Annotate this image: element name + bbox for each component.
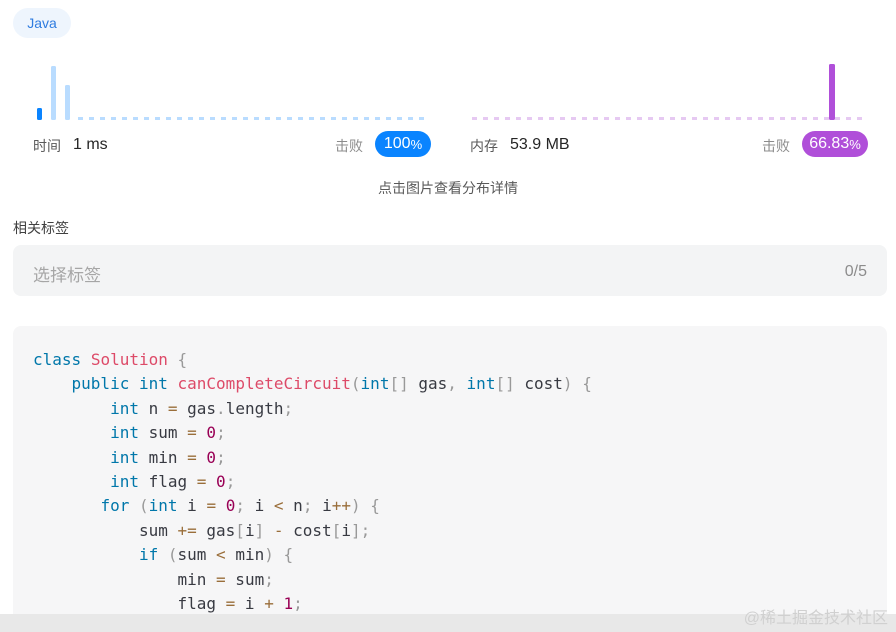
memory-beat-unit: % [849,136,861,152]
memory-distribution-chart[interactable] [470,58,868,122]
runtime-beat-value: 100 [383,135,411,152]
code-content: class Solution { public int canCompleteC… [33,350,592,614]
distribution-hint[interactable]: 点击图片查看分布详情 [0,178,896,198]
memory-value: 53.9 MB [510,136,570,153]
runtime-value: 1 ms [73,136,108,153]
language-tag[interactable]: Java [13,8,71,38]
tag-select-placeholder: 选择标签 [33,266,101,285]
tag-select-input[interactable]: 选择标签 0/5 [13,245,887,296]
runtime-label: 时间 [33,138,61,154]
memory-bar-current [829,64,835,120]
code-block[interactable]: class Solution { public int canCompleteC… [13,326,887,626]
runtime-distribution-chart[interactable] [33,58,428,122]
tag-count: 0/5 [844,263,867,280]
memory-label: 内存 [470,138,498,154]
related-tags-title: 相关标签 [13,220,69,236]
memory-beat-value: 66.83 [809,135,850,152]
runtime-bar [65,85,70,120]
memory-beat-label: 击败 [762,138,790,154]
runtime-bar-current [37,108,42,120]
runtime-bar [51,66,56,120]
runtime-beat-badge: 100% [375,131,431,157]
memory-beat-badge: 66.83% [802,131,868,157]
watermark: @稀土掘金技术社区 [743,610,888,627]
runtime-beat-unit: % [410,136,423,152]
runtime-beat-label: 击败 [335,138,363,154]
